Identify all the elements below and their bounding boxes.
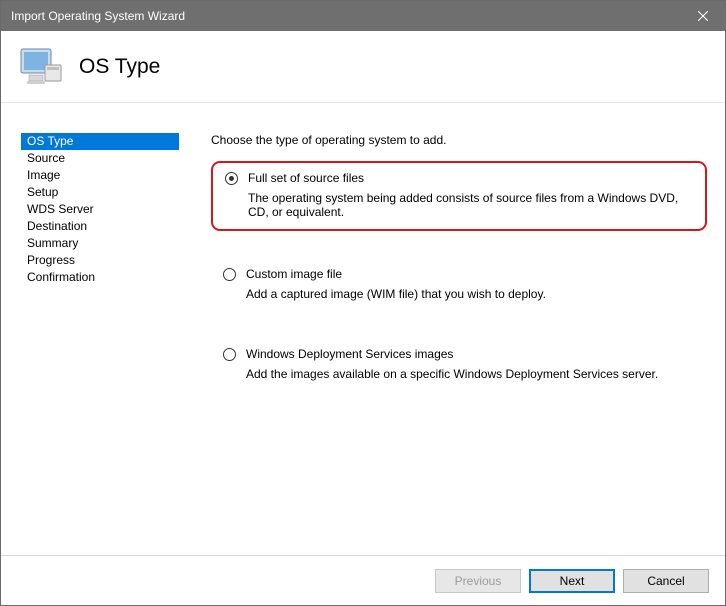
sidebar-step-label: Destination <box>27 219 87 233</box>
close-button[interactable] <box>680 1 725 31</box>
option-description: Add a captured image (WIM file) that you… <box>246 287 697 301</box>
sidebar-step-label: Setup <box>27 185 58 199</box>
window-title: Import Operating System Wizard <box>11 9 185 23</box>
sidebar-step-label: Summary <box>27 236 78 250</box>
option-full-source[interactable]: Full set of source files The operating s… <box>211 161 707 231</box>
option-label: Custom image file <box>246 267 342 281</box>
sidebar-step-confirmation[interactable]: Confirmation <box>21 269 179 286</box>
sidebar-step-summary[interactable]: Summary <box>21 235 179 252</box>
sidebar-step-destination[interactable]: Destination <box>21 218 179 235</box>
sidebar-step-os-type[interactable]: OS Type <box>21 133 179 150</box>
option-description: Add the images available on a specific W… <box>246 367 697 381</box>
option-label: Full set of source files <box>248 171 364 185</box>
sidebar-step-label: Progress <box>27 253 75 267</box>
computer-icon <box>17 43 65 91</box>
wizard-window: Import Operating System Wizard OS Type O… <box>0 0 726 606</box>
wizard-body: OS Type Source Image Setup WDS Server De… <box>1 103 725 555</box>
titlebar: Import Operating System Wizard <box>1 1 725 31</box>
option-description: The operating system being added consist… <box>248 191 695 219</box>
sidebar-step-wds-server[interactable]: WDS Server <box>21 201 179 218</box>
option-label: Windows Deployment Services images <box>246 347 453 361</box>
page-title: OS Type <box>79 55 160 79</box>
radio-full-source[interactable] <box>225 172 238 185</box>
sidebar-step-label: Image <box>27 168 60 182</box>
wizard-header: OS Type <box>1 31 725 103</box>
sidebar-step-setup[interactable]: Setup <box>21 184 179 201</box>
sidebar-step-source[interactable]: Source <box>21 150 179 167</box>
sidebar-step-image[interactable]: Image <box>21 167 179 184</box>
sidebar-step-label: Source <box>27 151 65 165</box>
sidebar-steps: OS Type Source Image Setup WDS Server De… <box>1 103 193 555</box>
previous-button[interactable]: Previous <box>435 569 521 593</box>
content-pane: Choose the type of operating system to a… <box>193 103 725 555</box>
cancel-button[interactable]: Cancel <box>623 569 709 593</box>
content-prompt: Choose the type of operating system to a… <box>211 133 707 147</box>
sidebar-step-progress[interactable]: Progress <box>21 252 179 269</box>
next-button[interactable]: Next <box>529 569 615 593</box>
close-icon <box>698 11 708 21</box>
option-wds-images[interactable]: Windows Deployment Services images Add t… <box>211 339 707 391</box>
sidebar-step-label: OS Type <box>27 134 73 148</box>
radio-wds-images[interactable] <box>223 348 236 361</box>
wizard-footer: Previous Next Cancel <box>1 555 725 605</box>
radio-custom-image[interactable] <box>223 268 236 281</box>
sidebar-step-label: Confirmation <box>27 270 95 284</box>
option-custom-image[interactable]: Custom image file Add a captured image (… <box>211 259 707 311</box>
sidebar-step-label: WDS Server <box>27 202 94 216</box>
